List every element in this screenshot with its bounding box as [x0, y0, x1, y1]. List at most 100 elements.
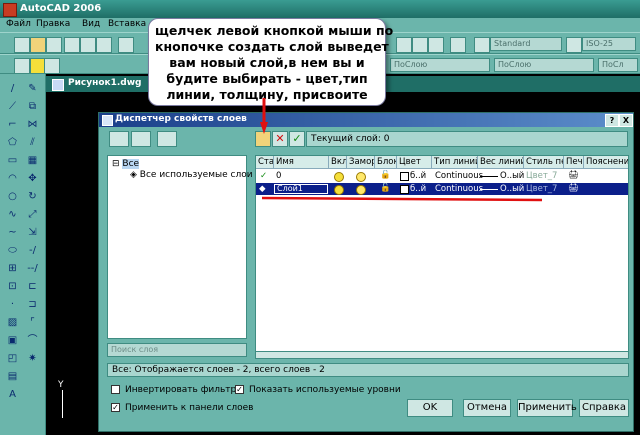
open-icon[interactable]	[30, 37, 46, 53]
col-lineweight[interactable]: Вес линий	[478, 156, 524, 169]
cut-icon[interactable]	[118, 37, 134, 53]
scale-icon[interactable]: ⤢	[26, 208, 39, 221]
cancel-button[interactable]: Отмена	[463, 399, 511, 417]
make-block-icon[interactable]: ⊡	[6, 280, 19, 293]
new-group-filter-button[interactable]	[131, 131, 151, 147]
region-icon[interactable]: ◰	[6, 352, 19, 365]
row-plotstyle[interactable]: Цвет_7	[526, 171, 557, 181]
text-style-combo[interactable]: Standard	[490, 37, 562, 51]
fillet-icon[interactable]: ⌒	[26, 334, 39, 347]
table-row-selected[interactable]: ◆ Слой1 🔓 б..й Continuous О..ый Цвет_7 🖨	[256, 183, 628, 195]
linetype-combo[interactable]: ПоСлою	[494, 58, 594, 72]
lock-icon[interactable]: 🔓	[380, 170, 391, 180]
lock-icon[interactable]: 🔓	[380, 183, 391, 193]
col-description[interactable]: Пояснение	[584, 156, 628, 169]
layer-name-edit[interactable]: Слой1	[274, 184, 328, 194]
hatch-icon[interactable]: ▨	[6, 316, 19, 329]
point-icon[interactable]: ·	[6, 298, 19, 311]
layer-states-button[interactable]	[157, 131, 177, 147]
publish-icon[interactable]	[96, 37, 112, 53]
row-plotstyle[interactable]: Цвет_7	[526, 184, 557, 194]
polygon-icon[interactable]: ⬠	[6, 136, 19, 149]
join-icon[interactable]: ⊐	[26, 298, 39, 311]
apply-button[interactable]: Применить	[517, 399, 577, 417]
row-color[interactable]: б..й	[410, 171, 426, 181]
horizontal-scrollbar[interactable]	[255, 351, 629, 359]
dim-style-icon[interactable]	[566, 37, 582, 53]
text-style-icon[interactable]	[474, 37, 490, 53]
dim-style-combo[interactable]: ISO-25	[582, 37, 636, 51]
new-icon[interactable]	[14, 37, 30, 53]
menu-file[interactable]: Файл	[6, 19, 31, 29]
table-icon[interactable]: ▤	[6, 370, 19, 383]
explode-icon[interactable]: ✷	[26, 352, 39, 365]
printer-icon[interactable]: 🖨	[568, 170, 579, 180]
new-property-filter-button[interactable]	[109, 131, 129, 147]
menu-view[interactable]: Вид	[82, 19, 100, 29]
menu-edit[interactable]: Правка	[36, 19, 70, 29]
color-combo[interactable]: ПоСлою	[390, 58, 490, 72]
trim-icon[interactable]: -/	[26, 244, 39, 257]
row-color[interactable]: б..й	[410, 184, 426, 194]
mtext-icon[interactable]: A	[6, 388, 19, 401]
color-swatch[interactable]	[400, 185, 409, 194]
invert-filter-checkbox[interactable]	[111, 385, 120, 394]
properties-icon[interactable]	[396, 37, 412, 53]
erase-icon[interactable]: ✎	[26, 82, 39, 95]
tree-node-used[interactable]: ◈ Все используемые слои	[130, 170, 253, 180]
delete-layer-button[interactable]: ✕	[272, 131, 288, 147]
col-freeze[interactable]: Замор	[347, 156, 375, 169]
spline-icon[interactable]: ~	[6, 226, 19, 239]
line-icon[interactable]: /	[6, 82, 19, 95]
on-bulb-icon[interactable]	[334, 172, 344, 182]
ok-button[interactable]: OK	[407, 399, 453, 417]
sun-icon[interactable]	[44, 58, 60, 74]
rotate-icon[interactable]: ↻	[26, 190, 39, 203]
col-plotstyle[interactable]: Стиль пе	[524, 156, 564, 169]
designcenter-icon[interactable]	[412, 37, 428, 53]
freeze-sun-icon[interactable]	[356, 172, 366, 182]
stretch-icon[interactable]: ⇲	[26, 226, 39, 239]
print-icon[interactable]	[64, 37, 80, 53]
lineweight-combo[interactable]: ПоСл	[598, 58, 638, 72]
break-icon[interactable]: ⊏	[26, 280, 39, 293]
chamfer-icon[interactable]: ⌜	[26, 316, 39, 329]
on-bulb-icon[interactable]	[334, 185, 344, 195]
col-linetype[interactable]: Тип линий	[432, 156, 478, 169]
help-button[interactable]: Справка	[579, 399, 629, 417]
extend-icon[interactable]: --/	[26, 262, 39, 275]
col-plot[interactable]: Печ	[564, 156, 584, 169]
color-swatch[interactable]	[400, 172, 409, 181]
dialog-help-button[interactable]: ?	[605, 114, 619, 127]
offset-icon[interactable]: ⫽	[26, 136, 39, 149]
save-icon[interactable]	[46, 37, 62, 53]
copy-icon[interactable]: ⧉	[26, 100, 39, 113]
col-lock[interactable]: Блок	[375, 156, 397, 169]
row-weight[interactable]: О..ый	[500, 171, 524, 181]
col-color[interactable]: Цвет	[397, 156, 432, 169]
col-on[interactable]: Вкл	[329, 156, 347, 169]
array-icon[interactable]: ▦	[26, 154, 39, 167]
ellipse-icon[interactable]: ⬭	[6, 244, 19, 257]
col-status[interactable]: Ста	[256, 156, 274, 169]
circle-icon[interactable]: ○	[6, 190, 19, 203]
row-linetype[interactable]: Continuous	[435, 171, 483, 181]
menu-insert[interactable]: Вставка	[108, 19, 146, 29]
row-weight[interactable]: О..ый	[500, 184, 524, 194]
polyline-icon[interactable]: ⌐	[6, 118, 19, 131]
layer-search-input[interactable]: Поиск слоя	[107, 343, 247, 357]
apply-toolbar-checkbox[interactable]: ✓	[111, 403, 120, 412]
arc-icon[interactable]: ◠	[6, 172, 19, 185]
help-icon[interactable]	[450, 37, 466, 53]
tree-node-all[interactable]: ⊟ Все	[112, 159, 140, 169]
row-linetype[interactable]: Continuous	[435, 184, 483, 194]
move-icon[interactable]: ✥	[26, 172, 39, 185]
gradient-icon[interactable]: ▣	[6, 334, 19, 347]
show-used-checkbox[interactable]: ✓	[235, 385, 244, 394]
revcloud-icon[interactable]: ∿	[6, 208, 19, 221]
xline-icon[interactable]: ⟋	[6, 100, 19, 113]
col-name[interactable]: Имя	[274, 156, 329, 169]
calculator-icon[interactable]	[428, 37, 444, 53]
freeze-sun-icon[interactable]	[356, 185, 366, 195]
dialog-close-button[interactable]: X	[619, 114, 633, 127]
